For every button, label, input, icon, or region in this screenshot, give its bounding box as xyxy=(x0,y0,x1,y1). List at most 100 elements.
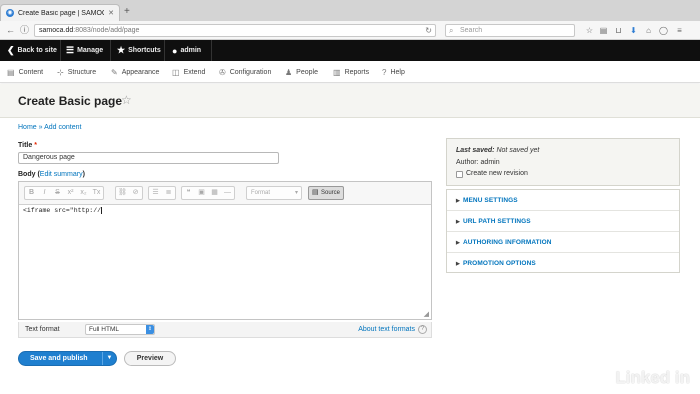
page-title: Create Basic page xyxy=(18,94,123,108)
chevron-down-icon: ▾ xyxy=(294,190,298,196)
back-to-site-link[interactable]: ❮ Back to site xyxy=(7,40,57,61)
breadcrumb-separator: » xyxy=(38,124,43,131)
section-label: PROMOTION OPTIONS xyxy=(462,260,536,267)
source-label: Source xyxy=(321,190,341,196)
source-icon: ▤ xyxy=(312,189,319,196)
subscript-icon[interactable]: x₂ xyxy=(77,187,90,199)
chat-icon[interactable]: ◯ xyxy=(658,25,669,36)
new-revision-checkbox[interactable] xyxy=(456,171,463,178)
format-placeholder: Format xyxy=(251,190,271,196)
revision-info-box: Last saved: Not saved yet Author: admin … xyxy=(446,138,680,186)
save-and-publish-button[interactable]: Save and publish ▼ xyxy=(18,351,117,366)
text-format-select[interactable]: Full HTML ⇕ xyxy=(85,324,155,335)
body-source-textarea[interactable]: <iframe src="http:// xyxy=(19,205,431,319)
help-icon: ? xyxy=(382,67,387,77)
shortcuts-label: Shortcuts xyxy=(128,47,161,54)
info-icon[interactable]: ⓘ xyxy=(18,24,31,37)
menu-item-appearance[interactable]: ✎ Appearance xyxy=(111,61,159,83)
menu-item-people[interactable]: ♟ People xyxy=(285,61,318,83)
help-circle-icon[interactable]: ? xyxy=(418,325,427,334)
source-button[interactable]: ▤ Source xyxy=(308,186,344,200)
text-style-group: B I S x² x₂ Tx xyxy=(24,186,104,200)
table-icon[interactable]: ▦ xyxy=(208,187,221,199)
format-dropdown[interactable]: Format ▾ xyxy=(246,186,302,200)
drupal-favicon-icon: ◉ xyxy=(6,9,14,17)
bulleted-list-icon[interactable]: ☰ xyxy=(149,187,162,199)
bookmark-star-icon[interactable]: ☆ xyxy=(584,25,595,36)
edit-summary-link[interactable]: Edit summary xyxy=(40,171,83,178)
browser-tab[interactable]: ◉ Create Basic page | SAMOCA ✕ xyxy=(0,4,120,21)
hamburger-menu-icon[interactable]: ≡ xyxy=(674,25,685,36)
horizontal-line-icon[interactable]: ― xyxy=(221,187,234,199)
dropdown-arrow-icon[interactable]: ▼ xyxy=(102,352,116,365)
home-icon[interactable]: ⌂ xyxy=(643,25,654,36)
menu-item-reports[interactable]: ▥ Reports xyxy=(333,61,369,83)
add-shortcut-star-icon[interactable]: ☆ xyxy=(121,93,132,107)
manage-tab[interactable]: ☰ Manage xyxy=(66,40,103,61)
user-label: admin xyxy=(180,47,202,54)
title-input[interactable]: Dangerous page xyxy=(18,152,279,164)
promotion-options-toggle[interactable]: ▶ PROMOTION OPTIONS xyxy=(447,253,679,274)
search-bar[interactable]: ⌕ Search xyxy=(445,24,575,37)
close-tab-icon[interactable]: ✕ xyxy=(108,9,114,17)
download-icon[interactable]: ⬇ xyxy=(628,25,639,36)
bold-icon[interactable]: B xyxy=(25,187,38,199)
about-text-formats-link[interactable]: About text formats xyxy=(358,326,415,333)
menu-item-extend[interactable]: ◫ Extend xyxy=(172,61,205,83)
triangle-right-icon: ▶ xyxy=(456,261,460,267)
authoring-information-toggle[interactable]: ▶ AUTHORING INFORMATION xyxy=(447,232,679,253)
strikethrough-icon[interactable]: S xyxy=(51,187,64,199)
menu-item-help[interactable]: ? Help xyxy=(382,61,405,83)
back-arrow-icon[interactable]: ← xyxy=(4,24,17,37)
menu-item-configuration[interactable]: ✇ Configuration xyxy=(219,61,271,83)
drupal-toolbar: ❮ Back to site ☰ Manage ★ Shortcuts ● ad… xyxy=(0,40,700,61)
title-label: Title * xyxy=(18,142,37,149)
menu-item-label: Extend xyxy=(183,68,206,76)
italic-icon[interactable]: I xyxy=(38,187,51,199)
people-icon: ♟ xyxy=(285,67,293,77)
last-saved-line: Last saved: Not saved yet xyxy=(456,147,539,154)
reload-icon[interactable]: ↻ xyxy=(425,25,432,36)
search-icon: ⌕ xyxy=(449,26,454,35)
breadcrumb-current[interactable]: Add content xyxy=(44,124,81,131)
menu-settings-toggle[interactable]: ▶ MENU SETTINGS xyxy=(447,190,679,211)
content-icon: ▤ xyxy=(7,67,15,77)
linkedin-watermark: Linked in xyxy=(615,368,690,387)
image-icon[interactable]: ▣ xyxy=(195,187,208,199)
url-path: :8083/node/add/page xyxy=(73,27,140,34)
link-group: ⛓ ⊘ xyxy=(115,186,143,200)
preview-button[interactable]: Preview xyxy=(124,351,176,366)
menu-item-structure[interactable]: ⊹ Structure xyxy=(57,61,96,83)
address-bar[interactable]: samoca.dd:8083/node/add/page ↻ xyxy=(34,24,436,37)
unlink-icon[interactable]: ⊘ xyxy=(129,187,142,199)
superscript-icon[interactable]: x² xyxy=(64,187,77,199)
page-header: Create Basic page ☆ xyxy=(0,84,700,118)
new-tab-button[interactable]: + xyxy=(124,6,130,18)
reading-list-icon[interactable]: ▤ xyxy=(598,25,609,36)
user-tab[interactable]: ● admin xyxy=(172,40,201,61)
link-icon[interactable]: ⛓ xyxy=(116,187,129,199)
blockquote-icon[interactable]: ❝ xyxy=(182,187,195,199)
menu-item-label: Appearance xyxy=(121,68,160,76)
manage-label: Manage xyxy=(77,47,104,54)
menu-item-label: Configuration xyxy=(229,68,272,76)
url-path-settings-toggle[interactable]: ▶ URL PATH SETTINGS xyxy=(447,211,679,232)
section-label: AUTHORING INFORMATION xyxy=(462,239,552,246)
breadcrumb: Home » Add content xyxy=(18,124,81,131)
breadcrumb-home[interactable]: Home xyxy=(18,124,37,131)
pocket-icon[interactable]: ⊔ xyxy=(613,25,624,36)
triangle-right-icon: ▶ xyxy=(456,240,460,246)
numbered-list-icon[interactable]: ≣ xyxy=(162,187,175,199)
menu-item-content[interactable]: ▤ Content xyxy=(7,61,43,83)
star-icon: ★ xyxy=(117,45,126,55)
triangle-right-icon: ▶ xyxy=(456,198,460,204)
remove-format-icon[interactable]: Tx xyxy=(90,187,103,199)
toolbar-divider xyxy=(211,40,212,61)
menu-item-label: Reports xyxy=(344,68,370,76)
section-label: MENU SETTINGS xyxy=(462,197,518,204)
body-label-text: Body xyxy=(18,171,36,178)
resize-handle-icon[interactable]: ◢ xyxy=(424,310,429,318)
reports-icon: ▥ xyxy=(333,67,341,77)
shortcuts-tab[interactable]: ★ Shortcuts xyxy=(117,40,161,61)
last-saved-value: Not saved yet xyxy=(496,147,540,154)
